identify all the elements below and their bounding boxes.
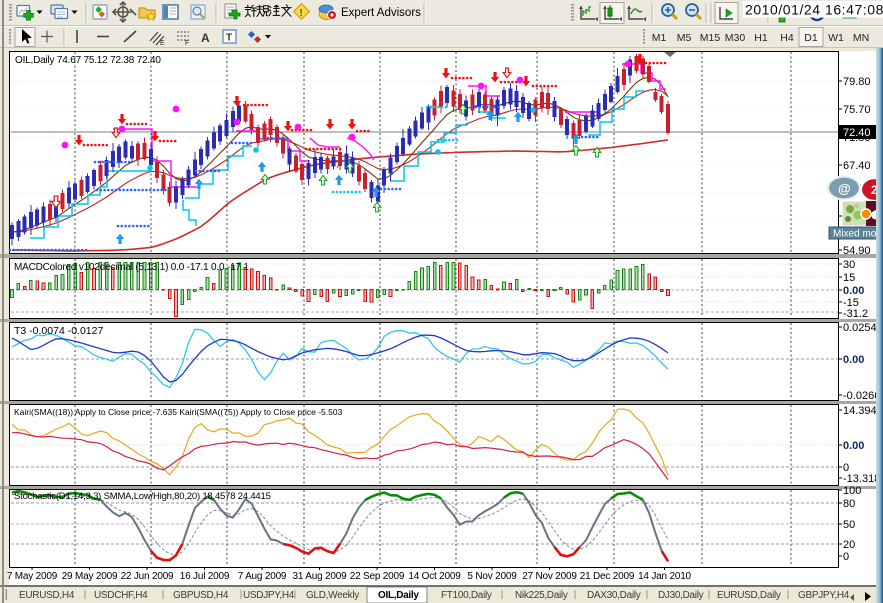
svg-text:Expert Advisors: Expert Advisors — [341, 7, 421, 19]
svg-text:H1: H1 — [754, 32, 768, 44]
svg-text:USDCHF,H4: USDCHF,H4 — [94, 590, 148, 601]
svg-text:67.40: 67.40 — [843, 160, 871, 172]
svg-text:16 Jul 2009: 16 Jul 2009 — [180, 571, 230, 582]
svg-text:7 Aug 2009: 7 Aug 2009 — [238, 571, 287, 582]
svg-text:T: T — [226, 33, 232, 44]
svg-text:75.70: 75.70 — [843, 104, 871, 116]
svg-text:0.00: 0.00 — [843, 285, 864, 297]
svg-text:M15: M15 — [700, 32, 721, 44]
svg-text:MACDColored v102decimal (5,13,: MACDColored v102decimal (5,13,1) 0.0 -17… — [14, 262, 249, 273]
svg-text:EURUSD,H4: EURUSD,H4 — [19, 590, 75, 601]
svg-text:80: 80 — [843, 498, 855, 510]
svg-text:-0.0266: -0.0266 — [843, 390, 880, 402]
svg-text:100: 100 — [843, 485, 861, 497]
svg-text:54.90: 54.90 — [843, 245, 871, 257]
svg-text:14 Oct 2009: 14 Oct 2009 — [408, 571, 461, 582]
svg-text:22 Sep 2009: 22 Sep 2009 — [350, 571, 405, 582]
svg-text:2010/01/24 16:47:08: 2010/01/24 16:47:08 — [745, 2, 883, 18]
svg-text:H4: H4 — [780, 32, 794, 44]
svg-text:W1: W1 — [828, 32, 844, 44]
svg-text:GLD,Weekly: GLD,Weekly — [306, 590, 359, 601]
svg-text:A: A — [201, 31, 210, 45]
svg-text:MN: MN — [853, 32, 869, 44]
svg-text:22 Jun 2009: 22 Jun 2009 — [121, 571, 174, 582]
svg-text:-13.318: -13.318 — [843, 473, 880, 485]
svg-text:Nik225,Daily: Nik225,Daily — [515, 590, 568, 601]
svg-text:79.80: 79.80 — [843, 76, 871, 88]
svg-text:0.00: 0.00 — [843, 354, 864, 366]
svg-text:31 Aug 2009: 31 Aug 2009 — [293, 571, 348, 582]
svg-text:-31.2: -31.2 — [843, 308, 868, 320]
svg-text:21 Dec 2009: 21 Dec 2009 — [580, 571, 635, 582]
svg-text:OIL,Daily: OIL,Daily — [378, 590, 419, 601]
svg-text:72.40: 72.40 — [843, 127, 871, 139]
svg-text:GBPUSD,H4: GBPUSD,H4 — [173, 590, 229, 601]
svg-text:F: F — [185, 40, 189, 47]
svg-text:D1: D1 — [804, 32, 818, 44]
svg-text:@: @ — [838, 181, 851, 196]
svg-text:Mixed mod: Mixed mod — [833, 229, 882, 240]
svg-text:OIL,Daily 74.67 75.12 72.38 7: OIL,Daily 74.67 75.12 72.38 72.40 — [15, 55, 161, 66]
svg-text:M5: M5 — [677, 32, 692, 44]
svg-text:EURUSD,Daily: EURUSD,Daily — [717, 590, 781, 601]
svg-text:7 May 2009: 7 May 2009 — [7, 571, 58, 582]
svg-text:14.394: 14.394 — [843, 405, 877, 417]
svg-text:Kairi(SMA((18)) Apply to Close: Kairi(SMA((18)) Apply to Close price -7.… — [14, 407, 343, 417]
svg-text:0.0254: 0.0254 — [843, 322, 877, 334]
svg-text:T3 -0.0074 -0.0127: T3 -0.0074 -0.0127 — [14, 325, 103, 337]
svg-text:30: 30 — [843, 259, 855, 271]
svg-text:27 Nov 2009: 27 Nov 2009 — [522, 571, 577, 582]
svg-text:!: ! — [300, 8, 303, 19]
svg-text:E: E — [160, 40, 165, 47]
svg-text:5 Nov 2009: 5 Nov 2009 — [467, 571, 517, 582]
svg-text:0: 0 — [843, 551, 849, 563]
svg-text:USDJPY,H4: USDJPY,H4 — [243, 590, 295, 601]
svg-text:50: 50 — [843, 519, 855, 531]
svg-text:GBPJPY,H4: GBPJPY,H4 — [798, 590, 850, 601]
svg-text:M30: M30 — [725, 32, 746, 44]
svg-text:20: 20 — [843, 539, 855, 551]
svg-text:DAX30,Daily: DAX30,Daily — [587, 590, 641, 601]
svg-text:M1: M1 — [652, 32, 667, 44]
svg-text:FT100,Daily: FT100,Daily — [441, 590, 492, 601]
svg-text:DJ30,Daily: DJ30,Daily — [658, 590, 704, 601]
svg-text:0.00: 0.00 — [843, 440, 864, 452]
svg-text:Stochastic(D1,14,3,3) SMMA,Low: Stochastic(D1,14,3,3) SMMA,Low/High,80,2… — [14, 491, 271, 502]
svg-text:14 Jan 2010: 14 Jan 2010 — [638, 571, 691, 582]
svg-text:15: 15 — [843, 272, 855, 284]
svg-text:29 May 2009: 29 May 2009 — [62, 571, 118, 582]
